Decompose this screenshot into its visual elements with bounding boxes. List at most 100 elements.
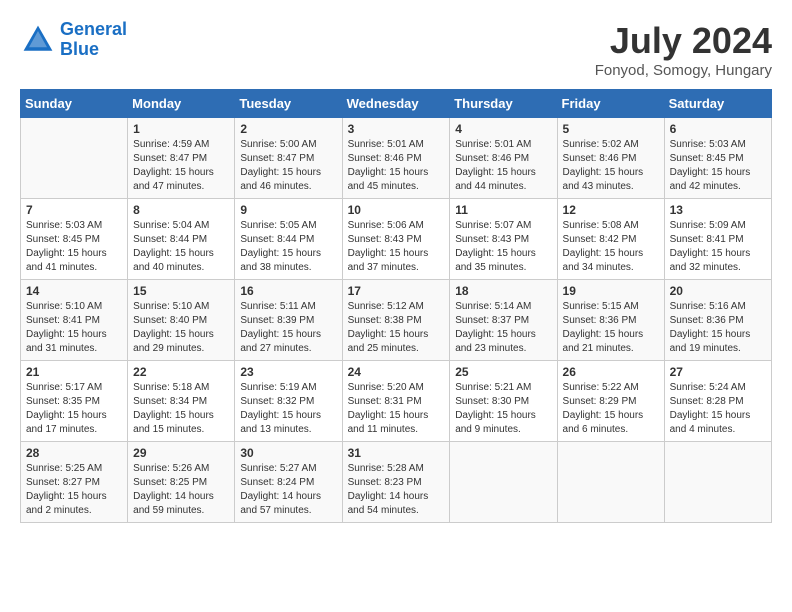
cell-info: Sunrise: 5:01 AM Sunset: 8:46 PM Dayligh…: [455, 138, 551, 194]
calendar-cell: 30 Sunrise: 5:27 AM Sunset: 8:24 PM Dayli…: [235, 442, 342, 523]
cell-info: Sunrise: 5:21 AM Sunset: 8:30 PM Dayligh…: [455, 381, 551, 437]
calendar-cell: 20Sunrise: 5:16 AM Sunset: 8:36 PM Dayli…: [664, 280, 771, 361]
calendar-cell: 23 Sunrise: 5:19 AM Sunset: 8:32 PM Dayli…: [235, 361, 342, 442]
day-number: 1: [133, 122, 229, 136]
page-header: General Blue July 2024 Fonyod, Somogy, H…: [20, 20, 772, 79]
calendar-cell: 31 Sunrise: 5:28 AM Sunset: 8:23 PM Dayli…: [342, 442, 450, 523]
header-thursday: Thursday: [450, 90, 557, 118]
cell-info: Sunrise: 5:08 AM Sunset: 8:42 PM Dayligh…: [563, 219, 659, 275]
header-wednesday: Wednesday: [342, 90, 450, 118]
day-number: 10: [348, 203, 445, 217]
calendar-cell: 13 Sunrise: 5:09 AM Sunset: 8:41 PM Dayli…: [664, 199, 771, 280]
header-monday: Monday: [128, 90, 235, 118]
logo-line2: Blue: [60, 39, 99, 59]
calendar-cell: [557, 442, 664, 523]
calendar-cell: 9 Sunrise: 5:05 AM Sunset: 8:44 PM Daylig…: [235, 199, 342, 280]
calendar-cell: [450, 442, 557, 523]
day-number: 24: [348, 365, 445, 379]
calendar-cell: 27 Sunrise: 5:24 AM Sunset: 8:28 PM Dayli…: [664, 361, 771, 442]
calendar-cell: 24 Sunrise: 5:20 AM Sunset: 8:31 PM Dayli…: [342, 361, 450, 442]
cell-info: Sunrise: 5:28 AM Sunset: 8:23 PM Dayligh…: [348, 462, 445, 518]
calendar-cell: 14 Sunrise: 5:10 AM Sunset: 8:41 PM Dayli…: [21, 280, 128, 361]
logo-icon: [20, 22, 56, 58]
calendar-cell: 22Sunrise: 5:18 AM Sunset: 8:34 PM Dayli…: [128, 361, 235, 442]
cell-info: Sunrise: 5:00 AM Sunset: 8:47 PM Dayligh…: [240, 138, 336, 194]
day-number: 19: [563, 284, 659, 298]
calendar-cell: 21 Sunrise: 5:17 AM Sunset: 8:35 PM Dayli…: [21, 361, 128, 442]
calendar-cell: 16 Sunrise: 5:11 AM Sunset: 8:39 PM Dayli…: [235, 280, 342, 361]
day-number: 21: [26, 365, 122, 379]
cell-info: Sunrise: 5:02 AM Sunset: 8:46 PM Dayligh…: [563, 138, 659, 194]
week-row-4: 21 Sunrise: 5:17 AM Sunset: 8:35 PM Dayli…: [21, 361, 772, 442]
day-number: 27: [670, 365, 766, 379]
logo-line1: General: [60, 19, 127, 39]
cell-info: Sunrise: 5:10 AM Sunset: 8:41 PM Dayligh…: [26, 300, 122, 356]
cell-info: Sunrise: 5:16 AM Sunset: 8:36 PM Dayligh…: [670, 300, 766, 356]
calendar-cell: 15 Sunrise: 5:10 AM Sunset: 8:40 PM Dayli…: [128, 280, 235, 361]
calendar-cell: 8 Sunrise: 5:04 AM Sunset: 8:44 PM Daylig…: [128, 199, 235, 280]
calendar-cell: 29 Sunrise: 5:26 AM Sunset: 8:25 PM Dayli…: [128, 442, 235, 523]
month-year-title: July 2024: [595, 20, 772, 62]
cell-info: Sunrise: 5:01 AM Sunset: 8:46 PM Dayligh…: [348, 138, 445, 194]
day-number: 29: [133, 446, 229, 460]
day-number: 17: [348, 284, 445, 298]
week-row-3: 14 Sunrise: 5:10 AM Sunset: 8:41 PM Dayli…: [21, 280, 772, 361]
cell-info: Sunrise: 5:24 AM Sunset: 8:28 PM Dayligh…: [670, 381, 766, 437]
cell-info: Sunrise: 5:26 AM Sunset: 8:25 PM Dayligh…: [133, 462, 229, 518]
logo: General Blue: [20, 20, 127, 60]
calendar-cell: 28 Sunrise: 5:25 AM Sunset: 8:27 PM Dayli…: [21, 442, 128, 523]
day-number: 28: [26, 446, 122, 460]
day-number: 8: [133, 203, 229, 217]
header-friday: Friday: [557, 90, 664, 118]
week-row-1: 1Sunrise: 4:59 AM Sunset: 8:47 PM Daylig…: [21, 118, 772, 199]
cell-info: Sunrise: 5:15 AM Sunset: 8:36 PM Dayligh…: [563, 300, 659, 356]
cell-info: Sunrise: 5:04 AM Sunset: 8:44 PM Dayligh…: [133, 219, 229, 275]
cell-info: Sunrise: 5:11 AM Sunset: 8:39 PM Dayligh…: [240, 300, 336, 356]
cell-info: Sunrise: 5:14 AM Sunset: 8:37 PM Dayligh…: [455, 300, 551, 356]
calendar-cell: 4 Sunrise: 5:01 AM Sunset: 8:46 PM Daylig…: [450, 118, 557, 199]
cell-info: Sunrise: 5:19 AM Sunset: 8:32 PM Dayligh…: [240, 381, 336, 437]
cell-info: Sunrise: 5:20 AM Sunset: 8:31 PM Dayligh…: [348, 381, 445, 437]
cell-info: Sunrise: 5:17 AM Sunset: 8:35 PM Dayligh…: [26, 381, 122, 437]
cell-info: Sunrise: 5:27 AM Sunset: 8:24 PM Dayligh…: [240, 462, 336, 518]
day-number: 13: [670, 203, 766, 217]
day-number: 26: [563, 365, 659, 379]
calendar-cell: 1Sunrise: 4:59 AM Sunset: 8:47 PM Daylig…: [128, 118, 235, 199]
calendar-table: SundayMondayTuesdayWednesdayThursdayFrid…: [20, 89, 772, 523]
day-number: 4: [455, 122, 551, 136]
day-number: 3: [348, 122, 445, 136]
calendar-cell: 12Sunrise: 5:08 AM Sunset: 8:42 PM Dayli…: [557, 199, 664, 280]
day-number: 25: [455, 365, 551, 379]
calendar-cell: 3 Sunrise: 5:01 AM Sunset: 8:46 PM Daylig…: [342, 118, 450, 199]
cell-info: Sunrise: 5:05 AM Sunset: 8:44 PM Dayligh…: [240, 219, 336, 275]
day-number: 6: [670, 122, 766, 136]
day-number: 9: [240, 203, 336, 217]
day-number: 31: [348, 446, 445, 460]
calendar-cell: 19 Sunrise: 5:15 AM Sunset: 8:36 PM Dayli…: [557, 280, 664, 361]
day-number: 18: [455, 284, 551, 298]
day-number: 23: [240, 365, 336, 379]
location-subtitle: Fonyod, Somogy, Hungary: [595, 62, 772, 79]
calendar-cell: 7Sunrise: 5:03 AM Sunset: 8:45 PM Daylig…: [21, 199, 128, 280]
day-number: 15: [133, 284, 229, 298]
day-number: 2: [240, 122, 336, 136]
calendar-cell: 2 Sunrise: 5:00 AM Sunset: 8:47 PM Daylig…: [235, 118, 342, 199]
week-row-5: 28 Sunrise: 5:25 AM Sunset: 8:27 PM Dayli…: [21, 442, 772, 523]
cell-info: Sunrise: 5:10 AM Sunset: 8:40 PM Dayligh…: [133, 300, 229, 356]
day-number: 5: [563, 122, 659, 136]
cell-info: Sunrise: 5:06 AM Sunset: 8:43 PM Dayligh…: [348, 219, 445, 275]
cell-info: Sunrise: 5:09 AM Sunset: 8:41 PM Dayligh…: [670, 219, 766, 275]
cell-info: Sunrise: 5:25 AM Sunset: 8:27 PM Dayligh…: [26, 462, 122, 518]
day-number: 30: [240, 446, 336, 460]
calendar-cell: 5 Sunrise: 5:02 AM Sunset: 8:46 PM Daylig…: [557, 118, 664, 199]
day-number: 14: [26, 284, 122, 298]
calendar-cell: 17Sunrise: 5:12 AM Sunset: 8:38 PM Dayli…: [342, 280, 450, 361]
cell-info: Sunrise: 5:03 AM Sunset: 8:45 PM Dayligh…: [670, 138, 766, 194]
header-sunday: Sunday: [21, 90, 128, 118]
day-number: 22: [133, 365, 229, 379]
week-row-2: 7Sunrise: 5:03 AM Sunset: 8:45 PM Daylig…: [21, 199, 772, 280]
calendar-cell: 10 Sunrise: 5:06 AM Sunset: 8:43 PM Dayli…: [342, 199, 450, 280]
day-number: 7: [26, 203, 122, 217]
header-tuesday: Tuesday: [235, 90, 342, 118]
day-number: 16: [240, 284, 336, 298]
